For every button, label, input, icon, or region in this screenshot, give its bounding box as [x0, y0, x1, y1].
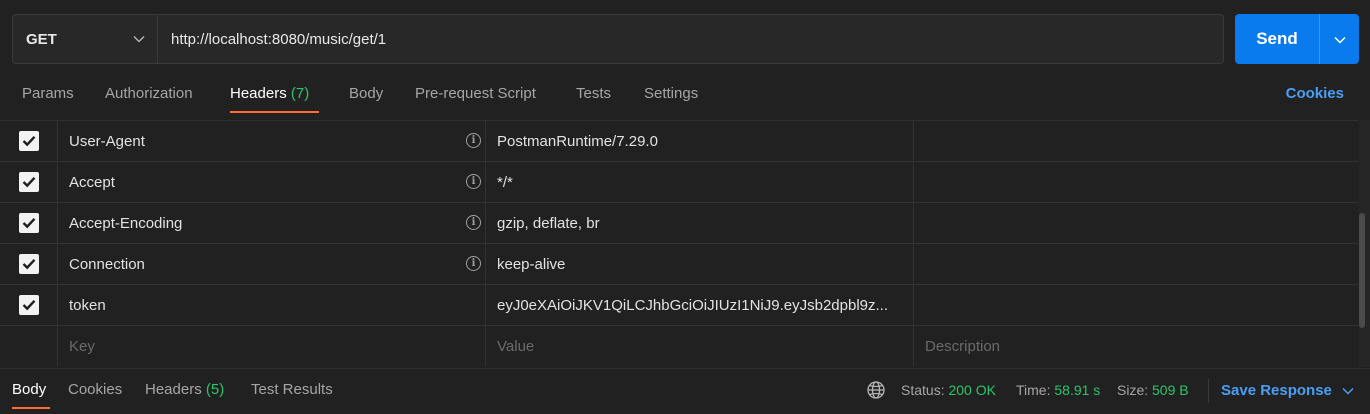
header-description[interactable]	[914, 244, 1358, 284]
save-response-button[interactable]: Save Response	[1221, 382, 1354, 399]
new-key-input[interactable]: Key	[58, 326, 486, 366]
response-tab-cookies[interactable]: Cookies	[68, 381, 122, 398]
row-checkbox-cell	[0, 121, 58, 161]
tab-headers-count: (7)	[290, 85, 310, 102]
header-key[interactable]: Accept i	[58, 162, 486, 202]
header-key[interactable]: token	[58, 285, 486, 325]
table-row: Accept-Encoding i gzip, deflate, br	[0, 203, 1358, 244]
response-tab-headers-count: (5)	[205, 381, 225, 398]
response-tab-test-results[interactable]: Test Results	[251, 381, 333, 398]
checkmark-icon	[22, 176, 35, 188]
request-url-bar: GET http://localhost:8080/music/get/1	[12, 14, 1224, 64]
status-value: 200 OK	[948, 382, 996, 398]
response-tab-headers-label: Headers	[145, 381, 202, 398]
divider	[1208, 379, 1209, 403]
table-row-new: Key Value Description	[0, 326, 1358, 367]
new-description-input[interactable]: Description	[914, 326, 1358, 366]
send-options-button[interactable]	[1319, 14, 1359, 64]
header-value[interactable]: gzip, deflate, br	[486, 203, 914, 243]
info-icon[interactable]: i	[466, 133, 481, 148]
header-description[interactable]	[914, 162, 1358, 202]
row-checkbox-cell	[0, 203, 58, 243]
checkmark-icon	[22, 217, 35, 229]
header-key-text: Accept-Encoding	[69, 214, 183, 232]
tab-params[interactable]: Params	[22, 85, 74, 102]
size-value: 509 B	[1152, 382, 1189, 398]
table-row: Accept i */*	[0, 162, 1358, 203]
checkmark-icon	[22, 135, 35, 147]
header-key[interactable]: Accept-Encoding i	[58, 203, 486, 243]
info-icon[interactable]: i	[466, 174, 481, 189]
header-description[interactable]	[914, 203, 1358, 243]
checkbox[interactable]	[18, 254, 39, 274]
checkbox[interactable]	[18, 213, 39, 233]
url-input[interactable]: http://localhost:8080/music/get/1	[158, 15, 1223, 63]
checkbox[interactable]	[18, 172, 39, 192]
method-select[interactable]: GET	[13, 15, 158, 63]
headers-table: User-Agent i PostmanRuntime/7.29.0 Accept…	[0, 120, 1358, 367]
response-tab-headers[interactable]: Headers (5)	[145, 381, 224, 398]
send-button[interactable]: Send	[1235, 14, 1319, 64]
tab-settings[interactable]: Settings	[644, 85, 698, 102]
row-checkbox-cell	[0, 285, 58, 325]
header-description[interactable]	[914, 121, 1358, 161]
table-row: Connection i keep-alive	[0, 244, 1358, 285]
size-label: Size:	[1117, 382, 1149, 398]
row-checkbox-cell	[0, 244, 58, 284]
checkbox[interactable]	[18, 295, 39, 315]
time-label: Time:	[1016, 382, 1051, 398]
chevron-down-icon	[133, 35, 145, 43]
tab-tests[interactable]: Tests	[576, 85, 611, 102]
chevron-down-icon	[1342, 382, 1354, 399]
request-tabs: Params Authorization Headers (7) Body Pr…	[0, 76, 1370, 114]
checkmark-icon	[22, 258, 35, 270]
response-tab-body[interactable]: Body	[12, 381, 46, 398]
header-key-text: token	[69, 296, 106, 314]
status-readout: Status: 200 OK	[901, 382, 996, 398]
status-label: Status:	[901, 382, 945, 398]
new-value-input[interactable]: Value	[486, 326, 914, 366]
header-key-text: Connection	[69, 255, 145, 273]
row-checkbox-cell	[0, 162, 58, 202]
send-button-group: Send	[1235, 14, 1359, 64]
header-key[interactable]: Connection i	[58, 244, 486, 284]
checkmark-icon	[22, 299, 35, 311]
info-icon[interactable]: i	[466, 215, 481, 230]
tab-headers-label: Headers	[230, 85, 287, 102]
header-value[interactable]: eyJ0eXAiOiJKV1QiLCJhbGciOiJIUzI1NiJ9.eyJ…	[486, 285, 914, 325]
active-tab-indicator	[230, 111, 319, 113]
method-label: GET	[26, 30, 57, 48]
header-value[interactable]: PostmanRuntime/7.29.0	[486, 121, 914, 161]
table-row: User-Agent i PostmanRuntime/7.29.0	[0, 121, 1358, 162]
checkbox[interactable]	[18, 131, 39, 151]
info-icon[interactable]: i	[466, 256, 481, 271]
globe-icon[interactable]	[866, 380, 886, 404]
header-value[interactable]: */*	[486, 162, 914, 202]
header-value[interactable]: keep-alive	[486, 244, 914, 284]
tab-authorization[interactable]: Authorization	[105, 85, 193, 102]
tab-prerequest-script[interactable]: Pre-request Script	[415, 85, 536, 102]
time-value: 58.91 s	[1054, 382, 1101, 398]
row-checkbox-cell	[0, 326, 58, 366]
time-readout: Time: 58.91 s	[1016, 382, 1100, 398]
save-response-label: Save Response	[1221, 382, 1332, 399]
tab-headers[interactable]: Headers (7)	[230, 85, 309, 102]
header-key-text: Accept	[69, 173, 115, 191]
active-response-tab-indicator	[12, 407, 50, 409]
response-bar: Body Cookies Headers (5) Test Results St…	[0, 368, 1370, 414]
header-key-text: User-Agent	[69, 132, 145, 150]
size-readout: Size: 509 B	[1117, 382, 1189, 398]
header-description[interactable]	[914, 285, 1358, 325]
scrollbar-thumb[interactable]	[1359, 213, 1365, 328]
table-row: token eyJ0eXAiOiJKV1QiLCJhbGciOiJIUzI1Ni…	[0, 285, 1358, 326]
tab-body[interactable]: Body	[349, 85, 383, 102]
cookies-link[interactable]: Cookies	[1286, 85, 1344, 102]
chevron-down-icon	[1333, 31, 1346, 48]
header-key[interactable]: User-Agent i	[58, 121, 486, 161]
